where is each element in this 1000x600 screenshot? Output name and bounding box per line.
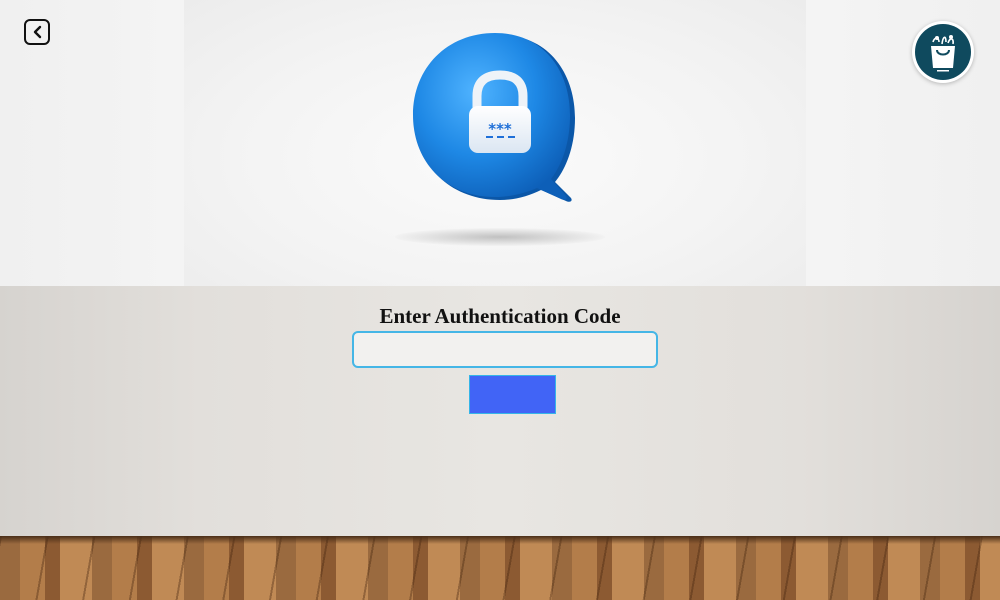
svg-text:***: *** xyxy=(488,120,512,138)
submit-button[interactable] xyxy=(469,375,556,414)
chevron-left-icon xyxy=(33,25,42,39)
auth-title: Enter Authentication Code xyxy=(379,304,621,328)
lock-chat-bubble-icon: *** xyxy=(413,33,575,202)
back-button[interactable] xyxy=(24,19,50,45)
hero-banner: *** xyxy=(0,0,1000,286)
wood-floor xyxy=(0,536,1000,600)
logo-inner xyxy=(915,24,971,80)
brand-logo[interactable] xyxy=(912,21,974,83)
shopping-bag-logo-icon xyxy=(931,35,955,72)
auth-code-input[interactable] xyxy=(352,331,658,368)
